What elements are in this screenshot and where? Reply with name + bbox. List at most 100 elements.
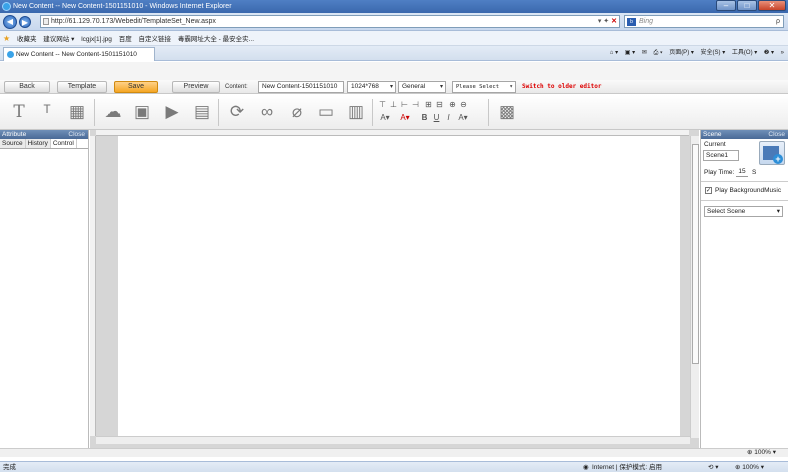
frame-icon[interactable]: ▭ — [315, 101, 337, 123]
home-icon[interactable]: ⌂ ▾ — [610, 50, 618, 56]
bg-music-label: Play BackgroundMusic — [715, 187, 782, 194]
highlight-color-icon[interactable]: A▾ — [398, 113, 412, 122]
zoom-out-icon[interactable]: ⊖ — [459, 100, 468, 109]
unlink-icon[interactable]: ⌀ — [286, 101, 308, 123]
chevron-down-icon: ▾ — [389, 84, 393, 90]
horizontal-scrollbar[interactable] — [96, 436, 690, 444]
favorites-link[interactable]: 自定义链接 — [139, 36, 172, 43]
favorites-link[interactable]: 毒霸网址大全 - 最安全实... — [178, 36, 254, 43]
align-right-icon[interactable]: ⊣ — [411, 100, 420, 109]
address-tools[interactable]: ▾ ✦ — [598, 18, 611, 25]
favorites-link[interactable]: 建议网站 ▾ — [43, 36, 74, 43]
send-back-icon[interactable]: ⊟ — [435, 100, 444, 109]
address-field[interactable]: http://61.129.70.173/Webedit/TemplateSet… — [40, 15, 620, 28]
vertical-scrollbar[interactable] — [690, 136, 699, 438]
layout-icon[interactable]: ▥ — [345, 101, 367, 123]
zoom-in-icon[interactable]: ⊕ — [448, 100, 457, 109]
scene-close-button[interactable]: Close — [768, 130, 785, 139]
playtime-input[interactable]: 15 — [736, 167, 748, 177]
scene-name-input[interactable]: Scene1 — [703, 150, 739, 161]
content-name-input[interactable]: New Content-1501151010 — [258, 81, 344, 93]
align-left-icon[interactable]: ⊢ — [400, 100, 409, 109]
weather-icon[interactable]: ☁ — [102, 101, 124, 123]
feeds-icon[interactable]: ▣ ▾ — [625, 50, 635, 56]
mail-icon[interactable]: ✉ — [642, 50, 647, 56]
text-effect-icon[interactable]: ᵀ — [36, 101, 58, 123]
insert-toolbar: T ᵀ ▦ ☁ ▣ ▶ ▤ ⟳ ∞ ⌀ ▭ ▥ ⊤ ⊥ ⊢ ⊣ ⊞ ⊟ ⊕ ⊖ … — [0, 95, 788, 130]
maximize-button[interactable]: □ — [737, 0, 757, 11]
editor-workspace — [90, 130, 699, 448]
editor-zoom-control[interactable]: ⊕ 100% ▾ — [747, 449, 776, 457]
font-size-icon[interactable]: A▾ — [456, 113, 470, 122]
zoom-icon: ⊕ — [747, 449, 753, 456]
select-scene-dropdown[interactable]: Select Scene ▾ — [704, 206, 783, 217]
design-canvas[interactable] — [118, 136, 680, 436]
chevron-down-icon: ▾ — [509, 83, 513, 90]
text-icon[interactable]: T — [8, 101, 30, 123]
more-icon[interactable]: » — [781, 50, 784, 56]
favorites-link[interactable]: 百度 — [119, 36, 132, 43]
add-scene-button[interactable]: + — [759, 141, 785, 165]
link-icon[interactable]: ∞ — [256, 101, 278, 123]
browser-tab[interactable]: New Content -- New Content-1501151010 — [3, 47, 155, 61]
underline-icon[interactable]: U — [432, 113, 441, 122]
content-label: Content: — [225, 84, 248, 90]
ie-logo-icon — [2, 2, 11, 11]
tab-source[interactable]: Source — [0, 139, 26, 148]
favorites-star-icon[interactable]: ★ — [3, 34, 10, 43]
template-button[interactable]: Template — [57, 81, 107, 93]
close-button[interactable]: ✕ — [758, 0, 786, 11]
address-bar-row: ◀ ▶ http://61.129.70.173/Webedit/Templat… — [0, 13, 788, 31]
save-button[interactable]: Save — [114, 81, 158, 93]
scene-panel-title: Scene — [703, 131, 722, 138]
image-icon[interactable]: ▣ — [131, 101, 153, 123]
bg-music-checkbox[interactable]: ✓ — [705, 187, 712, 194]
tools-menu[interactable]: 工具(O) ▾ — [732, 50, 757, 56]
chevron-down-icon: ▾ — [439, 84, 443, 90]
browser-zoom-value: 100% — [742, 464, 759, 471]
font-color-icon[interactable]: A▾ — [378, 113, 392, 122]
attribute-close-button[interactable]: Close — [68, 130, 85, 139]
search-field[interactable]: b Bing ρ — [624, 15, 784, 28]
document-icon[interactable]: ▤ — [191, 101, 213, 123]
rotate-icon[interactable]: ⟳ — [226, 101, 248, 123]
favorites-link[interactable]: lcgjx[1].jpg — [81, 36, 112, 43]
search-icon[interactable]: ρ — [776, 16, 780, 27]
switch-editor-link[interactable]: Switch to older editor — [522, 82, 601, 92]
help-icon[interactable]: ❷ ▾ — [764, 50, 774, 56]
tab-title: New Content -- New Content-1501151010 — [16, 51, 137, 58]
security-zone[interactable]: Internet | 保护模式: 启用 — [592, 462, 662, 473]
grid-icon[interactable]: ▩ — [496, 101, 518, 123]
page-menu[interactable]: 页面(P) ▾ — [669, 50, 694, 56]
print-icon[interactable]: ⎙ ▾ — [654, 50, 663, 56]
safety-menu[interactable]: 安全(S) ▾ — [701, 50, 726, 56]
stop-icon[interactable]: ✕ — [611, 18, 617, 25]
italic-icon[interactable]: I — [444, 113, 453, 122]
bold-icon[interactable]: B — [420, 113, 429, 122]
favorites-link[interactable]: 收藏夹 — [17, 36, 37, 43]
resolution-select[interactable]: 1024*768 ▾ — [347, 81, 396, 93]
please-select-dropdown[interactable]: Please Select ▾ — [452, 81, 516, 93]
toolbar-divider — [218, 99, 219, 126]
bring-front-icon[interactable]: ⊞ — [424, 100, 433, 109]
vertical-scroll-thumb[interactable] — [692, 144, 699, 364]
back-nav-icon[interactable]: ◀ — [3, 15, 17, 29]
tab-history[interactable]: History — [25, 139, 51, 148]
attribute-panel: Attribute Close Source History Control — [0, 130, 89, 448]
back-button[interactable]: Back — [4, 81, 50, 93]
globe-icon: ◉ — [583, 464, 589, 471]
align-top-icon[interactable]: ⊤ — [378, 100, 387, 109]
preview-button[interactable]: Preview — [172, 81, 220, 93]
category-select[interactable]: General ▾ — [398, 81, 446, 93]
browser-zoom-control[interactable]: ⊕ 100% ▾ — [735, 462, 764, 473]
video-icon[interactable]: ▶ — [161, 101, 183, 123]
tab-control[interactable]: Control — [50, 139, 77, 148]
align-bottom-icon[interactable]: ⊥ — [389, 100, 398, 109]
calendar-icon[interactable]: ▦ — [66, 101, 88, 123]
minimize-button[interactable]: – — [716, 0, 736, 11]
plus-icon: + — [773, 154, 783, 164]
status-icons[interactable]: ⟲ ▾ — [708, 462, 719, 473]
resolution-value: 1024*768 — [351, 83, 379, 90]
address-text: http://61.129.70.173/Webedit/TemplateSet… — [51, 18, 216, 25]
forward-nav-icon[interactable]: ▶ — [19, 16, 31, 28]
